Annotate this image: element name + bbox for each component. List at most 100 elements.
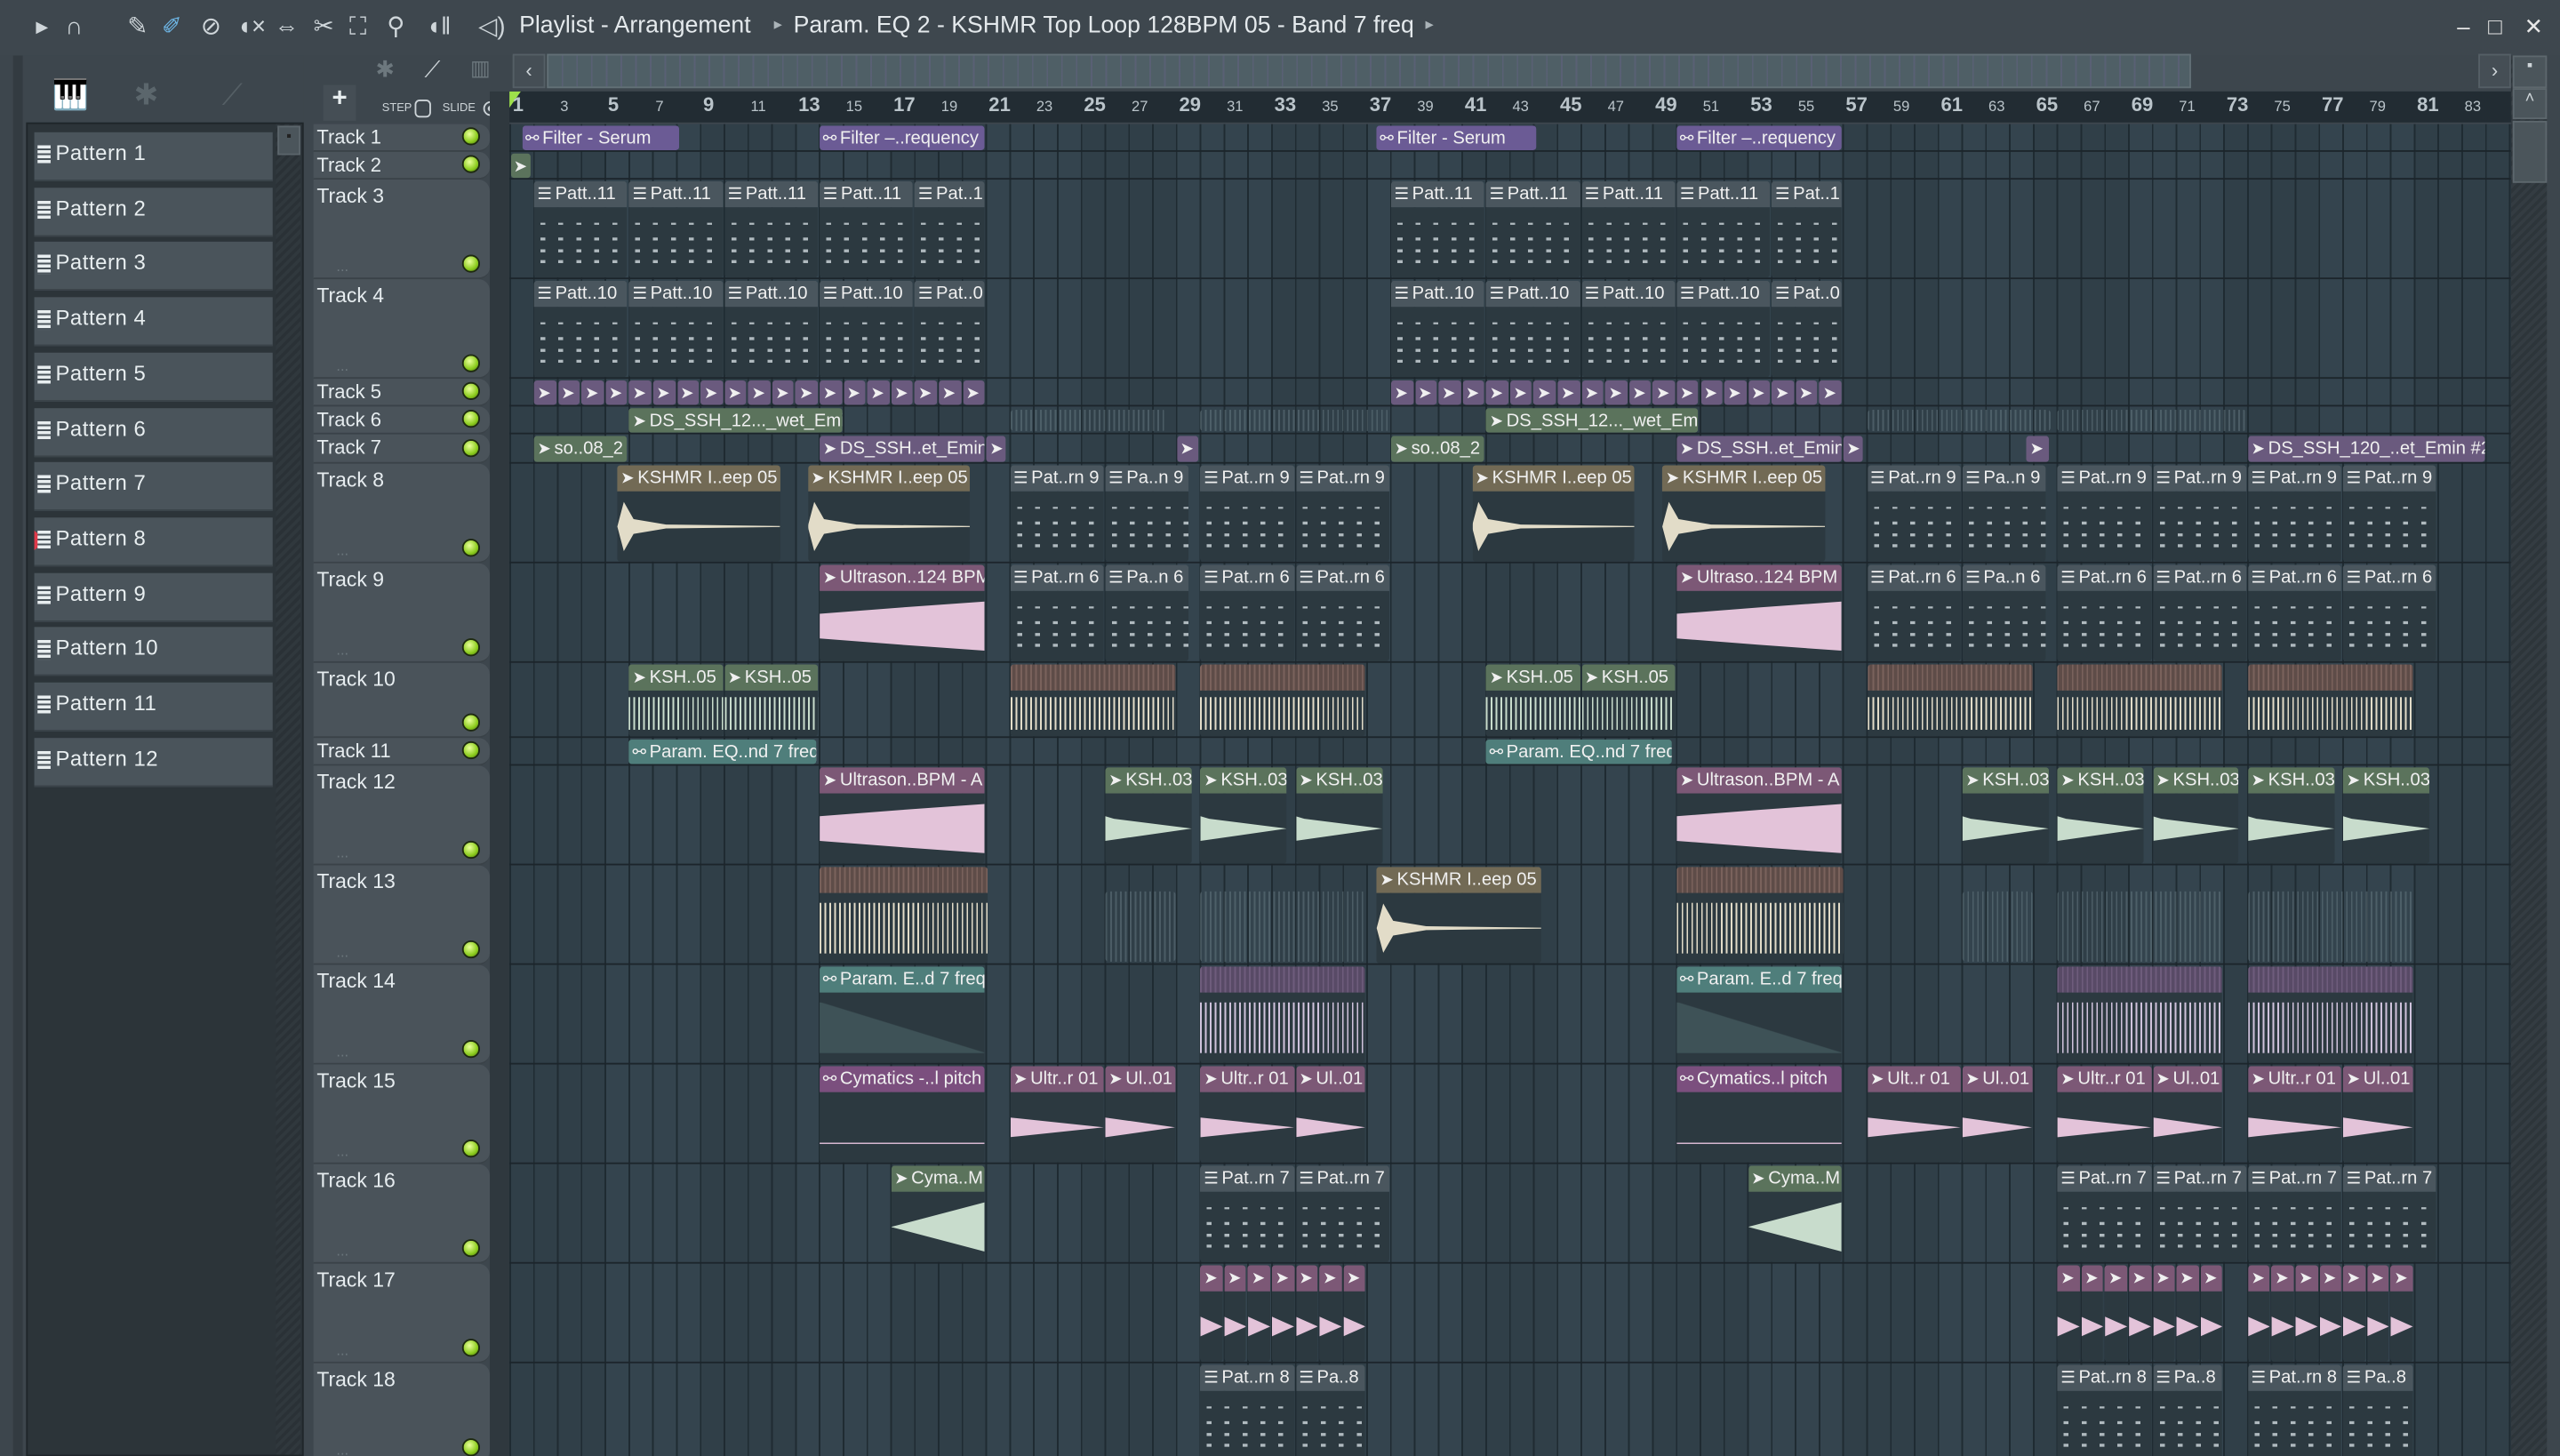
clip-audio-purple[interactable]: ➤ xyxy=(748,380,771,405)
mute-icon[interactable]: ◖× xyxy=(236,13,266,43)
clip-audio-purple[interactable]: ➤ xyxy=(1438,380,1461,405)
clip-pattern[interactable]: ☰ Pat..rn 9 xyxy=(2342,465,2437,562)
pattern-item[interactable]: Pattern 7 xyxy=(34,462,273,512)
clip-auto-teal[interactable]: ⚯ Param. E..d 7 freq xyxy=(1676,966,1842,1063)
track-enable-led[interactable] xyxy=(461,940,480,959)
clip-pattern[interactable]: ☰ Pat..rn 9 xyxy=(1295,465,1389,562)
clip-audio-purple[interactable]: ➤ xyxy=(1819,380,1842,405)
clip-pattern[interactable]: ☰ Pat..rn 7 xyxy=(2057,1165,2151,1262)
clip-auto[interactable]: ⚯ Filter –..requency xyxy=(1676,125,1842,150)
clip-audio-purple[interactable]: ➤ xyxy=(1509,380,1532,405)
clip-pattern[interactable]: ☰ Pa..n 6 xyxy=(1962,564,2047,661)
clip-audio-pink[interactable]: ➤ xyxy=(2152,1265,2175,1362)
track-enable-led[interactable] xyxy=(461,1438,480,1456)
clip-audio-tan[interactable]: ➤ KSHMR I..eep 05 xyxy=(1376,867,1542,964)
clip-audio-pink[interactable]: ➤ Ultrason..BPM - A xyxy=(1676,767,1842,864)
pattern-item[interactable]: Pattern 2 xyxy=(34,187,273,236)
clip-audio-brown[interactable] xyxy=(1010,664,1175,737)
clip-audio-pink[interactable]: ➤ Ul..01 xyxy=(2342,1066,2413,1163)
clip-audio-pink[interactable]: ➤ Ultrason..BPM - A xyxy=(820,767,985,864)
clip-pattern[interactable]: ☰ Pa..8 xyxy=(2152,1364,2223,1456)
arrangement-overview-scrollbar[interactable] xyxy=(547,53,2191,89)
track-options-dots[interactable]: ... xyxy=(336,844,348,860)
clip-audio-green[interactable]: ➤ KSH..05 xyxy=(1581,664,1676,737)
clip-audio-pink[interactable]: ➤ xyxy=(2247,1265,2270,1362)
clip-audio-pink[interactable]: ➤ xyxy=(2390,1265,2413,1362)
clip-audio-pink[interactable]: ➤ xyxy=(2342,1265,2365,1362)
track-enable-led[interactable] xyxy=(461,254,480,273)
clip-audio-pink[interactable]: ➤ xyxy=(1248,1265,1271,1362)
clip-ghost[interactable] xyxy=(1010,410,1166,431)
clip-pattern[interactable]: ☰ Pa..8 xyxy=(2342,1364,2413,1456)
clip-auto-teal[interactable]: ⚯ Param. EQ..nd 7 freq xyxy=(1485,740,1673,764)
clip-auto-teal[interactable]: ⚯ Param. E..d 7 freq xyxy=(820,966,985,1063)
clip-pattern[interactable]: ☰ Pat..rn 6 xyxy=(2342,564,2437,661)
track-enable-led[interactable] xyxy=(461,638,480,657)
clip-ghost[interactable] xyxy=(1200,410,1389,431)
scroll-left-button[interactable]: ‹ xyxy=(512,53,546,89)
clip-pattern[interactable]: ☰ Pat..rn 7 xyxy=(1200,1165,1294,1262)
vertical-scrollbar[interactable]: ▪ ˄ xyxy=(2510,55,2548,1456)
clip-pattern[interactable]: ☰ Pat..rn 6 xyxy=(2247,564,2342,661)
clip-pattern[interactable]: ☰ Pat..rn 7 xyxy=(1295,1165,1389,1262)
clip-audio-tan[interactable]: ➤ KSHMR I..eep 05 xyxy=(1471,465,1635,562)
pattern-item[interactable]: Pattern 9 xyxy=(34,572,273,622)
clip-pattern[interactable]: ☰ Pat..1 xyxy=(1772,180,1842,278)
clip-audio-pink[interactable]: ➤ xyxy=(1343,1265,1366,1362)
track-header[interactable]: Track 13... xyxy=(313,865,491,965)
clip-audio-purple[interactable]: ➤ xyxy=(1652,380,1676,405)
automation-icon[interactable]: ⟋ xyxy=(222,78,243,113)
clip-audio-purple[interactable]: ➤ xyxy=(962,380,985,405)
clip-audio-green[interactable]: ➤ KSH..03 xyxy=(1200,767,1287,864)
track-header[interactable]: Track 4... xyxy=(313,279,491,380)
clip-pattern[interactable]: ☰ Patt..11 xyxy=(1485,180,1580,278)
track-enable-led[interactable] xyxy=(461,1140,480,1158)
track-header[interactable]: Track 14... xyxy=(313,964,491,1065)
clip-audio-purple[interactable]: ➤ xyxy=(1843,436,1863,462)
track-header[interactable]: Track 2 xyxy=(313,151,491,180)
clip-auto[interactable]: ⚯ Filter - Serum xyxy=(1376,125,1537,150)
clip-pattern[interactable]: ☰ Pat..rn 8 xyxy=(1200,1364,1294,1456)
pattern-item[interactable]: Pattern 8 xyxy=(34,517,273,567)
track-enable-led[interactable] xyxy=(461,713,480,732)
clip-audio-purple[interactable] xyxy=(2057,966,2223,1063)
track-header[interactable]: Track 16... xyxy=(313,1164,491,1264)
clip-audio-pink[interactable]: ➤ Ult..r 01 xyxy=(1867,1066,1961,1163)
clip-audio-pink[interactable]: ➤ Ultr..r 01 xyxy=(1200,1066,1294,1163)
clip-audio-purple[interactable]: ➤ DS_SSH..et_Emin xyxy=(820,436,985,462)
breadcrumb-playlist[interactable]: Playlist - Arrangement xyxy=(519,13,751,39)
clip-audio-pink[interactable]: ➤ Ultr..r 01 xyxy=(2247,1066,2342,1163)
track-header[interactable]: Track 15... xyxy=(313,1064,491,1164)
clip-audio-green[interactable]: ➤ KSH..03 xyxy=(1105,767,1192,864)
close-button[interactable]: ✕ xyxy=(2524,13,2544,41)
breadcrumb-automation-target[interactable]: Param. EQ 2 - KSHMR Top Loop 128BPM 05 -… xyxy=(794,13,1414,39)
clip-audio-purple[interactable]: ➤ xyxy=(843,380,866,405)
add-track-button[interactable]: + xyxy=(323,84,356,121)
clip-pattern[interactable]: ☰ Pat..rn 9 xyxy=(1867,465,1961,562)
track-enable-led[interactable] xyxy=(461,539,480,557)
clip-audio-pink[interactable]: ➤ xyxy=(1319,1265,1342,1362)
clip-pattern[interactable]: ☰ Pat..rn 6 xyxy=(1867,564,1961,661)
clip-pattern[interactable]: ☰ Patt..10 xyxy=(1581,280,1676,378)
clip-audio-brown[interactable] xyxy=(2247,664,2413,737)
track-enable-led[interactable] xyxy=(461,439,480,458)
clip-audio-purple[interactable]: ➤ xyxy=(1796,380,1818,405)
clip-ghost[interactable] xyxy=(1200,891,1366,962)
clip-ghost[interactable] xyxy=(2057,410,2246,431)
clip-ghost[interactable] xyxy=(2057,891,2223,962)
clip-audio-pink[interactable]: ➤ xyxy=(2081,1265,2104,1362)
clip-audio-green[interactable]: ➤ DS_SSH_12..._wet_Emin xyxy=(628,408,843,433)
clip-audio-purple[interactable]: ➤ xyxy=(1414,380,1437,405)
track-enable-led[interactable] xyxy=(461,354,480,372)
magnet-icon[interactable]: ∩ xyxy=(65,13,83,43)
track-options-dots[interactable]: ... xyxy=(336,1243,348,1259)
clip-audio-pink[interactable]: ➤ Ultr..r 01 xyxy=(1010,1066,1104,1163)
clip-audio-purple[interactable]: ➤ xyxy=(1700,380,1723,405)
clip-pattern[interactable]: ☰ Patt..10 xyxy=(533,280,628,378)
clip-audio-green[interactable]: ➤ DS_SSH_12..._wet_Emin xyxy=(1485,408,1700,433)
track-header[interactable]: Track 18... xyxy=(313,1363,491,1456)
clip-pattern[interactable]: ☰ Pa..n 9 xyxy=(1962,465,2047,562)
track-header[interactable]: Track 17... xyxy=(313,1263,491,1364)
automation-tool-icon[interactable]: ⟋ xyxy=(425,55,441,83)
clip-audio-pink[interactable]: ➤ xyxy=(2366,1265,2389,1362)
